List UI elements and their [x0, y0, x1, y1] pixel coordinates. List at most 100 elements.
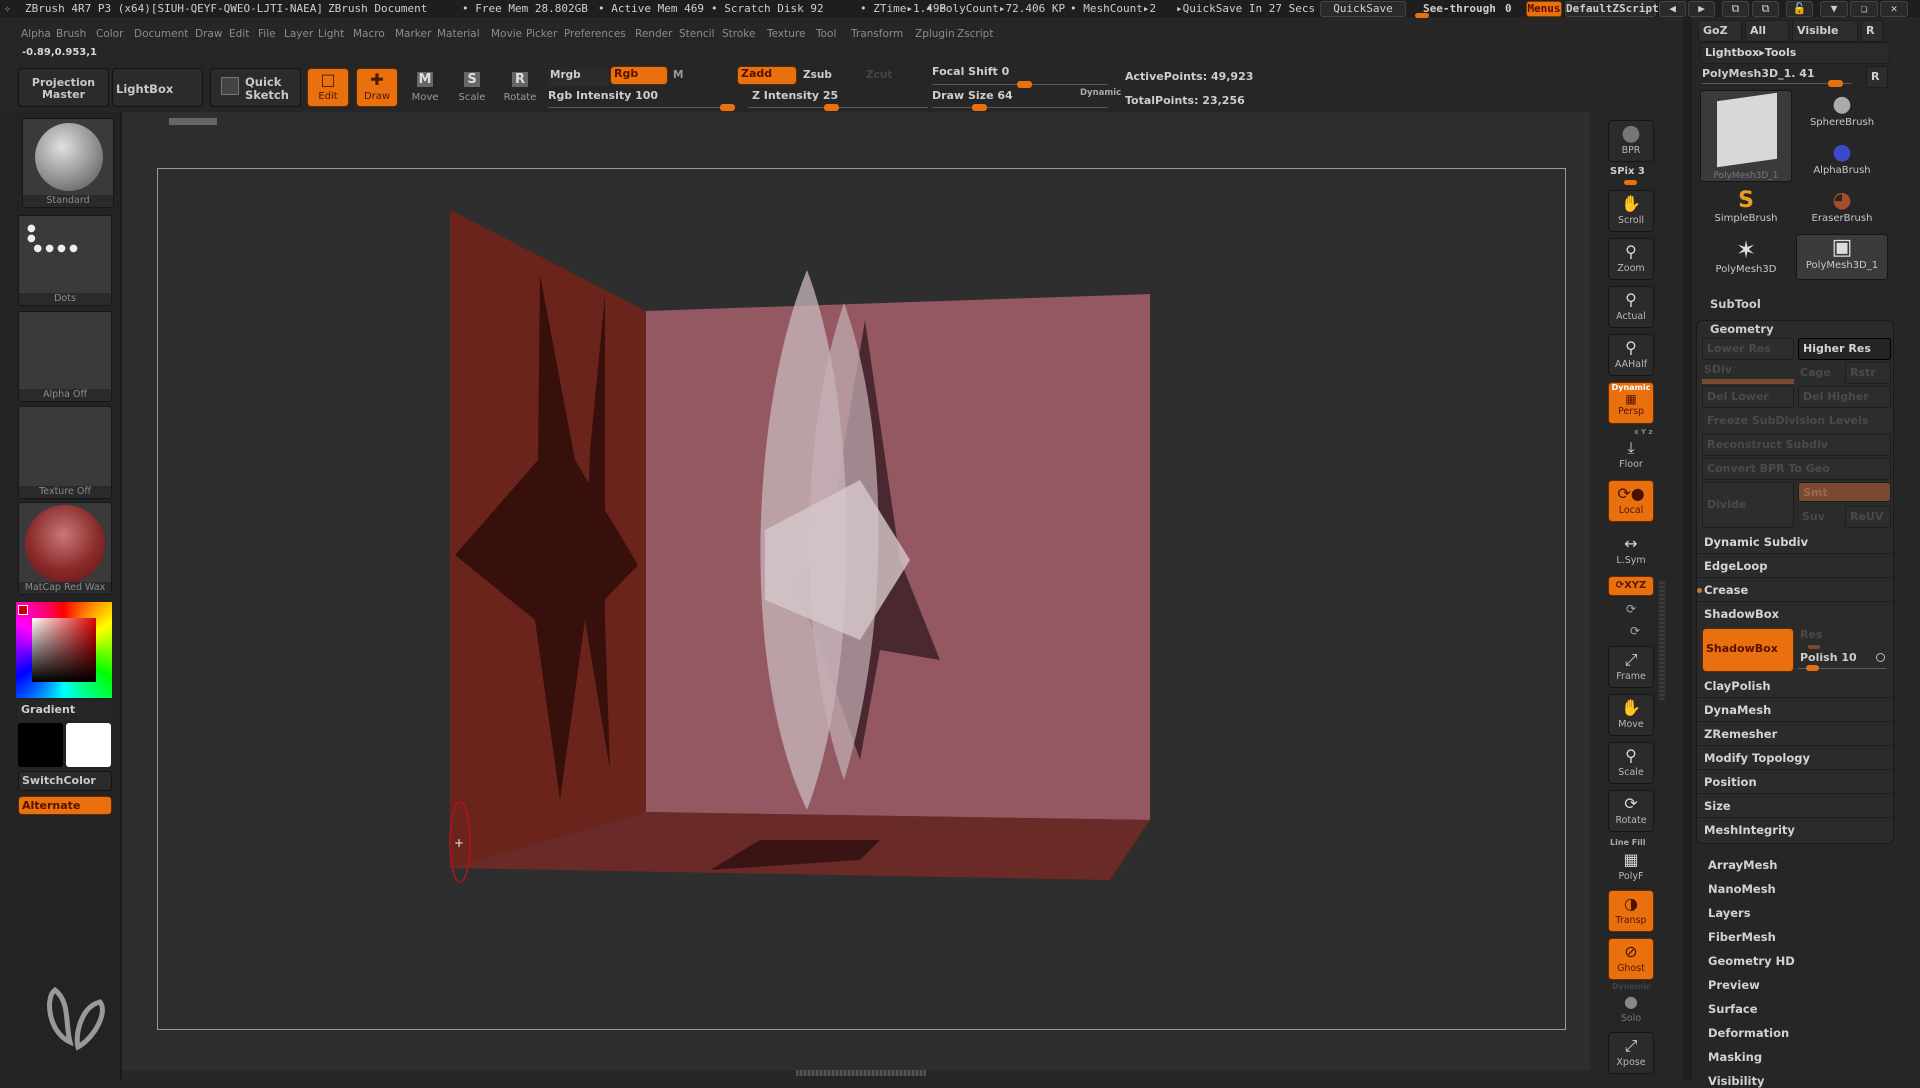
- dynamic-toggle[interactable]: Dynamic: [1080, 88, 1121, 98]
- canvas-scroll-thumb[interactable]: [169, 118, 217, 125]
- tool-polymesh3d[interactable]: ✶ PolyMesh3D: [1700, 236, 1792, 282]
- tool-spherebrush[interactable]: ● SphereBrush: [1796, 92, 1888, 138]
- r-button[interactable]: R: [1861, 20, 1883, 42]
- mrgb-button[interactable]: Mrgb: [548, 69, 608, 86]
- menu-preferences[interactable]: Preferences: [560, 26, 630, 42]
- quicksave-button[interactable]: QuickSave: [1320, 1, 1406, 17]
- higher-res-button[interactable]: Higher Res: [1798, 338, 1891, 360]
- geometry-section[interactable]: Geometry: [1710, 322, 1774, 336]
- close-icon[interactable]: ✕: [1880, 1, 1908, 17]
- scale-button[interactable]: S Scale: [455, 72, 489, 103]
- tool-polymesh3d-1-small[interactable]: ▣ PolyMesh3D_1: [1796, 234, 1888, 280]
- menu-zscript[interactable]: Zscript: [953, 26, 997, 42]
- frame-button[interactable]: ⤢ Frame: [1608, 646, 1654, 688]
- rstr-button[interactable]: Rstr: [1845, 362, 1891, 384]
- lower-res-button[interactable]: Lower Res: [1702, 338, 1794, 360]
- menu-draw[interactable]: Draw: [191, 26, 226, 42]
- polish-knob[interactable]: [1806, 665, 1819, 671]
- bottom-shelf-handle[interactable]: [796, 1070, 926, 1076]
- rgb-button[interactable]: Rgb: [610, 66, 668, 85]
- see-through-slider[interactable]: [1415, 13, 1429, 18]
- menu-zplugin[interactable]: Zplugin: [911, 26, 959, 42]
- menu-layer[interactable]: Layer: [280, 26, 317, 42]
- brush-selector[interactable]: Standard: [22, 118, 114, 208]
- minimize-icon[interactable]: ▼: [1820, 1, 1848, 17]
- tool-slider-knob[interactable]: [1828, 80, 1843, 87]
- meshintegrity-item[interactable]: MeshIntegrity: [1696, 818, 1894, 842]
- local-button[interactable]: ⟳● Local: [1608, 480, 1654, 522]
- lsym-button[interactable]: ↔ L.Sym: [1608, 530, 1654, 572]
- surface-section[interactable]: Surface: [1708, 1002, 1758, 1016]
- claypolish-item[interactable]: ClayPolish: [1696, 674, 1894, 698]
- draw-size-knob[interactable]: [972, 104, 987, 111]
- polyf-button[interactable]: ▦ PolyF: [1608, 846, 1654, 888]
- menu-transform[interactable]: Transform: [847, 26, 907, 42]
- restore-icon[interactable]: ❏: [1850, 1, 1878, 17]
- reconstruct-subdiv-button[interactable]: Reconstruct Subdiv: [1702, 434, 1891, 456]
- transp-button[interactable]: ◑ Transp: [1608, 890, 1654, 932]
- xyz-rotate-button[interactable]: ⟳XYZ: [1608, 576, 1654, 596]
- freeze-subdivision-button[interactable]: Freeze SubDivision Levels: [1702, 410, 1891, 432]
- menu-texture[interactable]: Texture: [763, 26, 809, 42]
- secondary-color-black[interactable]: [18, 723, 63, 767]
- smt-toggle[interactable]: Smt: [1798, 482, 1891, 502]
- move-button[interactable]: M Move: [408, 72, 442, 103]
- rotate-button[interactable]: R Rotate: [502, 72, 538, 103]
- menu-picker[interactable]: Picker: [522, 26, 561, 42]
- floor-button[interactable]: ⤓ Floor: [1608, 434, 1654, 476]
- zadd-button[interactable]: Zadd: [737, 66, 797, 85]
- menu-alpha[interactable]: Alpha: [17, 26, 55, 42]
- prev-layout-icon[interactable]: ⧉: [1722, 1, 1749, 17]
- sdiv-slider[interactable]: [1702, 379, 1794, 384]
- edit-button[interactable]: □ Edit: [307, 68, 349, 107]
- lightbox-tools-button[interactable]: Lightbox▸Tools: [1700, 42, 1890, 64]
- tool-simplebrush[interactable]: S SimpleBrush: [1700, 188, 1792, 234]
- switch-color-button[interactable]: SwitchColor: [18, 771, 112, 791]
- goz-button[interactable]: GoZ: [1698, 20, 1742, 42]
- menu-color[interactable]: Color: [92, 26, 127, 42]
- zoom-button[interactable]: ⚲ Zoom: [1608, 238, 1654, 280]
- aahalf-button[interactable]: ⚲ AAHalf: [1608, 334, 1654, 376]
- size-item[interactable]: Size: [1696, 794, 1894, 818]
- lock-icon[interactable]: 🔓: [1786, 1, 1813, 17]
- next-layout-icon[interactable]: ⧉: [1752, 1, 1779, 17]
- menus-button[interactable]: Menus: [1526, 1, 1562, 17]
- menu-render[interactable]: Render: [631, 26, 676, 42]
- scale-view-button[interactable]: ⚲ Scale: [1608, 742, 1654, 784]
- solo-button[interactable]: ● Solo: [1608, 988, 1654, 1030]
- alpha-selector[interactable]: Alpha Off: [18, 311, 112, 402]
- default-zscript-button[interactable]: DefaultZScript: [1565, 1, 1659, 17]
- color-picker[interactable]: [16, 602, 112, 698]
- convert-bpr-button[interactable]: Convert BPR To Geo: [1702, 458, 1891, 480]
- dynamic-subdiv-item[interactable]: Dynamic Subdiv: [1696, 530, 1894, 554]
- crease-item[interactable]: Crease: [1696, 578, 1894, 602]
- alternate-button[interactable]: Alternate: [18, 796, 112, 815]
- gradient-toggle[interactable]: Gradient: [18, 701, 112, 721]
- visible-button[interactable]: Visible: [1792, 20, 1858, 42]
- fibermesh-section[interactable]: FiberMesh: [1708, 930, 1776, 944]
- quick-sketch-button[interactable]: Quick Sketch: [210, 68, 301, 107]
- menu-edit[interactable]: Edit: [225, 26, 253, 42]
- divide-button[interactable]: Divide: [1702, 482, 1794, 528]
- tool-thumb-polymesh3d-1[interactable]: PolyMesh3D_1: [1700, 90, 1792, 182]
- deformation-section[interactable]: Deformation: [1708, 1026, 1789, 1040]
- focal-shift-knob[interactable]: [1017, 81, 1032, 88]
- menu-movie[interactable]: Movie: [487, 26, 526, 42]
- zremesher-item[interactable]: ZRemesher: [1696, 722, 1894, 746]
- main-color-swatch[interactable]: [18, 605, 28, 615]
- menu-file[interactable]: File: [254, 26, 280, 42]
- move-view-button[interactable]: ✋ Move: [1608, 694, 1654, 736]
- right-tray-handle[interactable]: [1659, 580, 1665, 700]
- projection-master-button[interactable]: Projection Master: [18, 68, 109, 107]
- material-selector[interactable]: MatCap Red Wax: [18, 502, 112, 595]
- position-item[interactable]: Position: [1696, 770, 1894, 794]
- all-button[interactable]: All: [1745, 20, 1789, 42]
- rotate-z-icon[interactable]: ⟳: [1630, 624, 1640, 638]
- zsub-button[interactable]: Zsub: [803, 69, 832, 81]
- nanomesh-section[interactable]: NanoMesh: [1708, 882, 1776, 896]
- rgb-intensity-track[interactable]: [548, 107, 733, 108]
- shadowbox-button[interactable]: ShadowBox: [1702, 628, 1794, 672]
- menu-stroke[interactable]: Stroke: [718, 26, 759, 42]
- masking-section[interactable]: Masking: [1708, 1050, 1762, 1064]
- spix-slider[interactable]: [1624, 180, 1637, 185]
